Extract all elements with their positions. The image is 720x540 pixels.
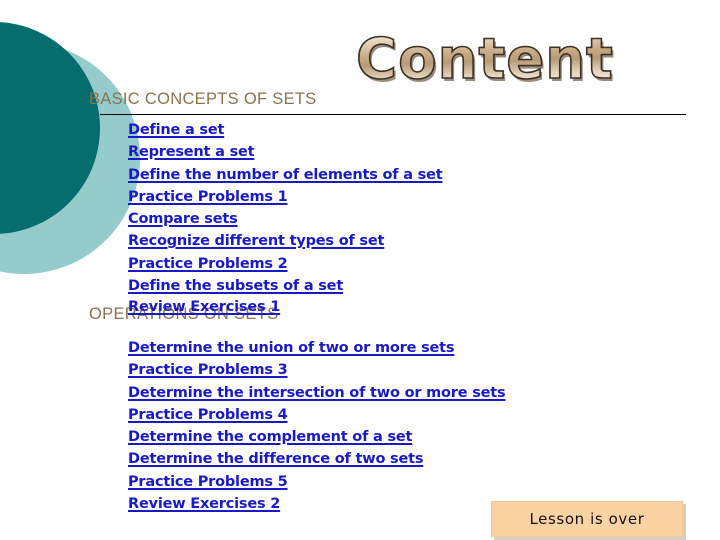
link-determine-intersection[interactable]: Determine the intersection of two or mor…: [128, 385, 506, 401]
slide-title: Content Content Content: [355, 26, 676, 96]
link-practice-problems-1[interactable]: Practice Problems 1: [128, 189, 288, 205]
list-item: Define the number of elements of a set: [128, 164, 443, 186]
link-review-exercises-2[interactable]: Review Exercises 2: [128, 496, 280, 512]
link-compare-sets[interactable]: Compare sets: [128, 211, 238, 227]
link-list-operations-on-sets: Determine the union of two or more sets …: [128, 337, 506, 515]
link-practice-problems-3[interactable]: Practice Problems 3: [128, 362, 288, 378]
list-item: Practice Problems 2: [128, 253, 442, 275]
light-teal-circle: [0, 42, 140, 274]
link-recognize-types-of-set[interactable]: Recognize different types of set: [128, 233, 384, 249]
link-practice-problems-5[interactable]: Practice Problems 5: [128, 474, 288, 490]
list-item: Define a set: [128, 119, 442, 141]
list-item: Review Exercises 2: [128, 493, 505, 515]
link-practice-problems-4[interactable]: Practice Problems 4: [128, 407, 288, 423]
list-item: Define the subsets of a set: [128, 275, 442, 297]
link-define-subsets-of-a-set[interactable]: Define the subsets of a set: [128, 278, 343, 294]
link-review-exercises-1[interactable]: Review Exercises 1: [128, 299, 280, 315]
link-define-a-set[interactable]: Define a set: [128, 122, 224, 138]
list-item: Determine the intersection of two or mor…: [128, 382, 506, 404]
list-item: Determine the union of two or more sets: [128, 337, 505, 359]
lesson-is-over-button[interactable]: Lesson is over: [491, 501, 683, 537]
list-item: Compare sets: [128, 208, 442, 230]
lesson-is-over-label: Lesson is over: [529, 510, 645, 528]
dark-teal-circle: [0, 22, 100, 234]
list-item: Practice Problems 3: [128, 359, 505, 381]
link-list-basic-concepts: Define a set Represent a set Define the …: [128, 119, 443, 297]
list-item: Practice Problems 1: [128, 186, 442, 208]
link-determine-complement[interactable]: Determine the complement of a set: [128, 429, 412, 445]
list-item: Determine the complement of a set: [128, 426, 505, 448]
link-determine-union[interactable]: Determine the union of two or more sets: [128, 340, 455, 356]
list-item: Practice Problems 5: [128, 471, 505, 493]
section-heading-basic-concepts: BASIC CONCEPTS OF SETS: [89, 90, 317, 108]
link-represent-a-set[interactable]: Represent a set: [128, 144, 255, 160]
slide-title-outline: Content: [355, 26, 614, 93]
list-item: Practice Problems 4: [128, 404, 505, 426]
list-item: Determine the difference of two sets: [128, 448, 505, 470]
heading-divider: [100, 114, 686, 115]
list-item: Recognize different types of set: [128, 230, 442, 252]
list-item: Represent a set: [128, 141, 442, 163]
link-practice-problems-2[interactable]: Practice Problems 2: [128, 256, 288, 272]
link-determine-difference[interactable]: Determine the difference of two sets: [128, 451, 423, 467]
link-define-number-of-elements[interactable]: Define the number of elements of a set: [128, 167, 443, 183]
